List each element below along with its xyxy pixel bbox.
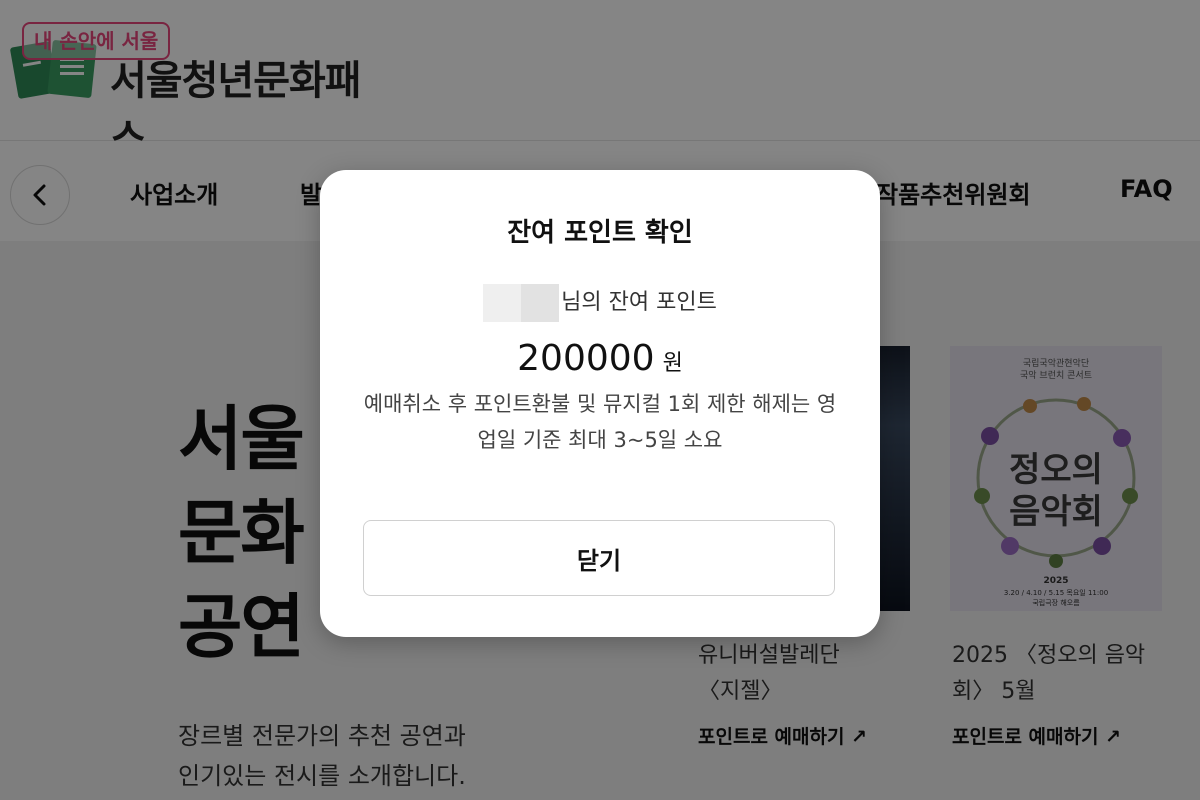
refund-notice: 예매취소 후 포인트환불 및 뮤지컬 1회 제한 해제는 영업일 기준 최대 3…: [363, 392, 837, 452]
points-unit: 원: [662, 351, 683, 376]
name-suffix-text: 님의 잔여 포인트: [561, 290, 717, 315]
points-balance: 200000 원: [320, 338, 880, 379]
remaining-points-modal: 잔여 포인트 확인 님의 잔여 포인트 200000 원 예매취소 후 포인트환불…: [320, 170, 880, 637]
close-button[interactable]: 닫기: [363, 520, 835, 596]
points-value: 200000: [517, 338, 655, 379]
user-points-label: 님의 잔여 포인트: [320, 284, 880, 322]
masked-user-name: [483, 284, 560, 322]
modal-title: 잔여 포인트 확인: [507, 218, 693, 248]
